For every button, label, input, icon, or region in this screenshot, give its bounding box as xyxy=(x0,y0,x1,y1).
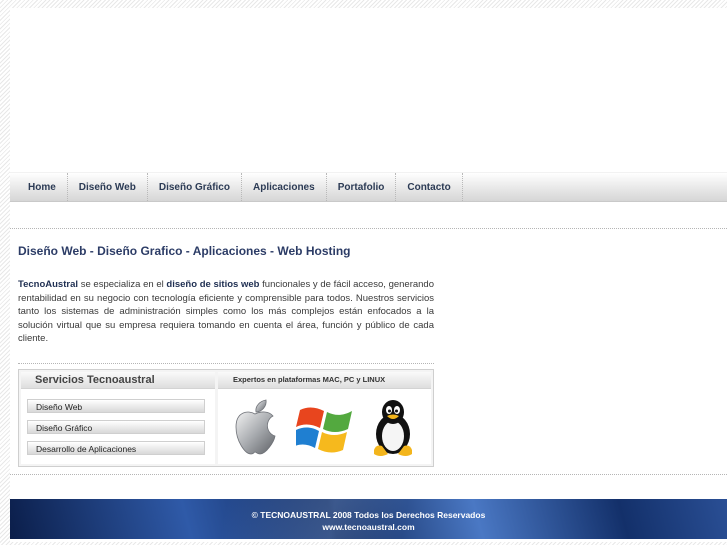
brand-name: TecnoAustral xyxy=(18,279,79,290)
nav-item-aplicaciones[interactable]: Aplicaciones xyxy=(242,173,327,201)
apple-logo-icon xyxy=(235,399,276,455)
main-navigation: Home Diseño Web Diseño Gráfico Aplicacio… xyxy=(10,172,727,202)
services-panel: Servicios Tecnoaustral Diseño Web Diseño… xyxy=(18,369,434,467)
linux-penguin-icon xyxy=(374,400,412,456)
nav-item-portafolio[interactable]: Portafolio xyxy=(327,173,397,201)
footer-url[interactable]: www.tecnoaustral.com xyxy=(10,522,727,532)
service-button-diseno-web[interactable]: Diseño Web xyxy=(27,399,205,413)
platforms-panel: Expertos en plataformas MAC, PC y LINUX xyxy=(218,372,431,464)
footer-copyright: © TECNOAUSTRAL 2008 Todos los Derechos R… xyxy=(251,510,486,520)
intro-highlight: diseño de sitios web xyxy=(166,279,260,290)
nav-item-diseno-web[interactable]: Diseño Web xyxy=(68,173,148,201)
divider xyxy=(10,474,727,475)
intro-text-1: se especializa en el xyxy=(78,279,167,290)
nav-item-diseno-grafico[interactable]: Diseño Gráfico xyxy=(148,173,242,201)
page-container: Home Diseño Web Diseño Gráfico Aplicacio… xyxy=(10,8,727,542)
footer: © TECNOAUSTRAL 2008 Todos los Derechos R… xyxy=(10,499,727,539)
divider xyxy=(18,363,434,364)
nav-item-home[interactable]: Home xyxy=(10,173,68,201)
windows-logo-icon xyxy=(296,407,352,453)
page-title: Diseño Web - Diseño Grafico - Aplicacion… xyxy=(18,244,351,258)
header-banner-area xyxy=(10,8,727,170)
service-button-diseno-grafico[interactable]: Diseño Gráfico xyxy=(27,420,205,434)
nav-item-contacto[interactable]: Contacto xyxy=(396,173,463,201)
intro-paragraph: TecnoAustral se especializa en el diseño… xyxy=(18,278,434,346)
platforms-title: Expertos en plataformas MAC, PC y LINUX xyxy=(218,372,431,389)
services-list: Servicios Tecnoaustral Diseño Web Diseño… xyxy=(21,372,215,464)
service-button-desarrollo-aplicaciones[interactable]: Desarrollo de Aplicaciones xyxy=(27,441,205,455)
divider xyxy=(10,228,727,229)
services-title: Servicios Tecnoaustral xyxy=(21,372,215,389)
